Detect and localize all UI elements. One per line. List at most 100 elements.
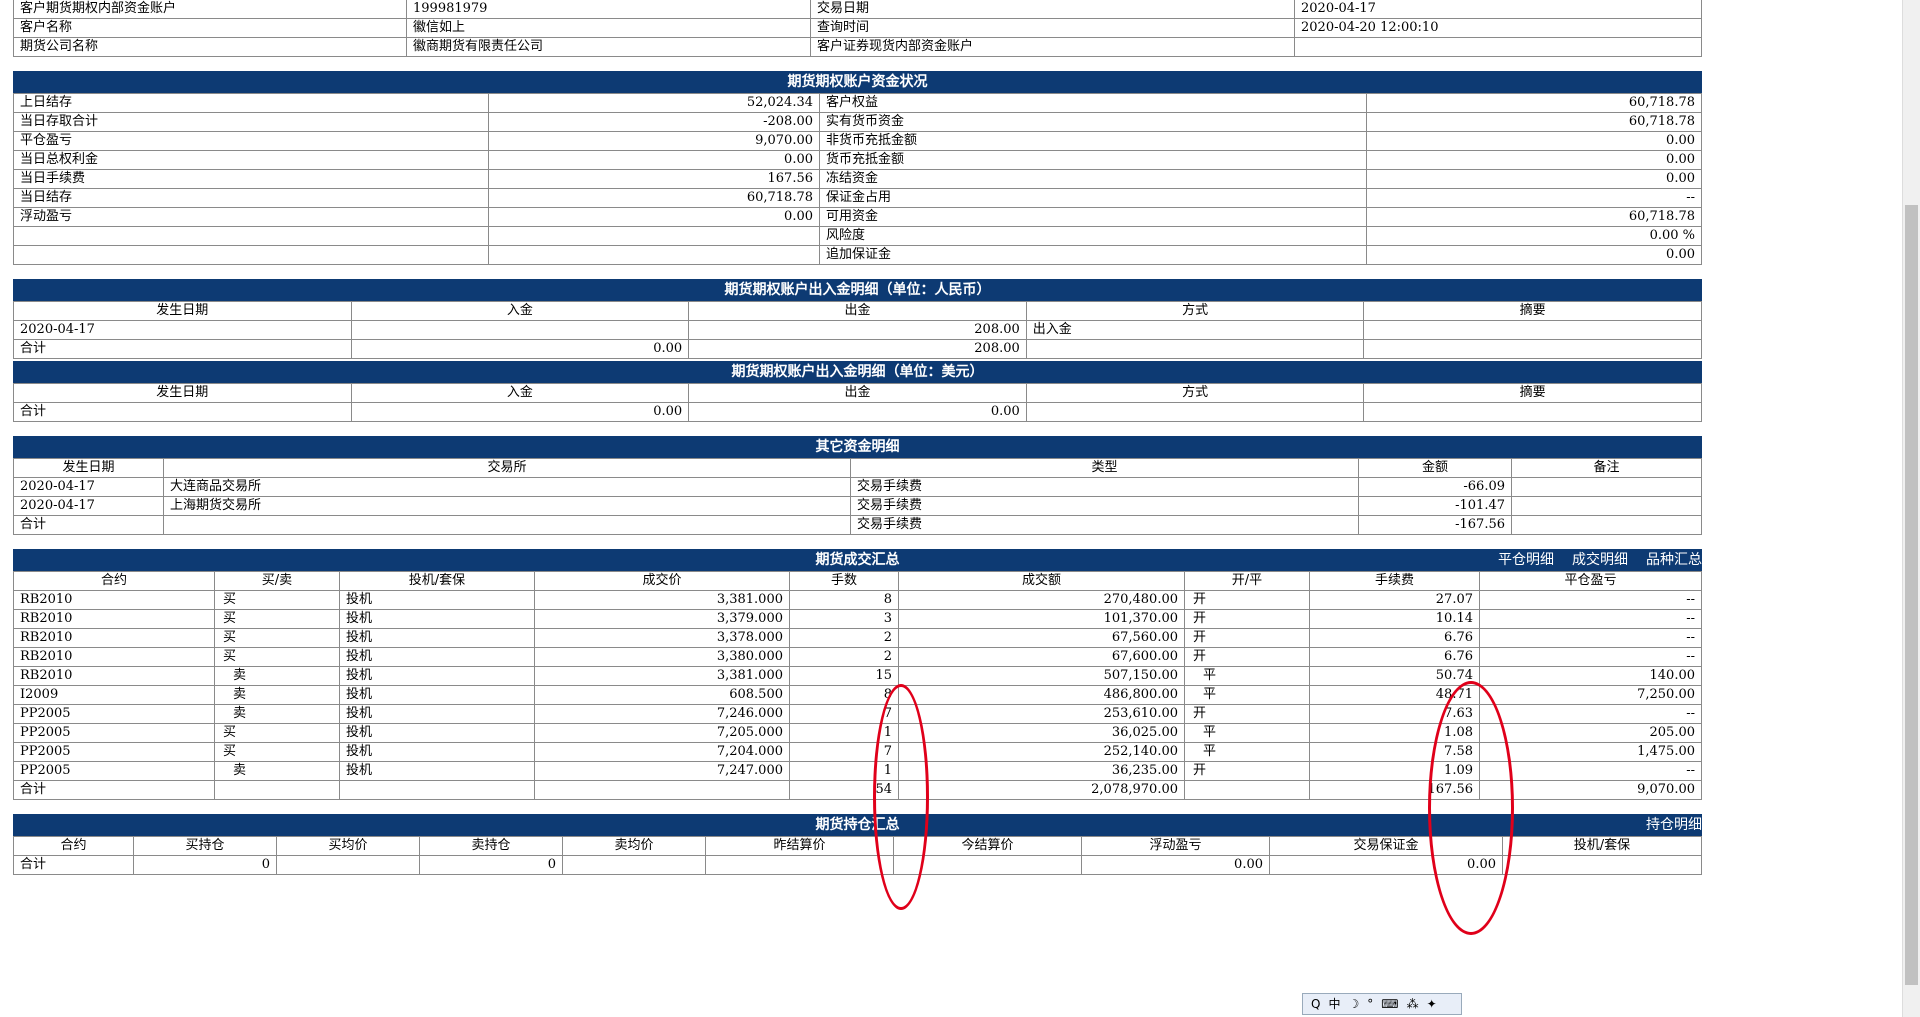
total-cell: 0 (419, 855, 563, 875)
trade-cell: 开 (1184, 704, 1310, 724)
note-cell (1363, 320, 1702, 340)
trade-cell: 买 (214, 628, 340, 648)
trade-cell: -- (1479, 609, 1702, 629)
trade-cell: 15 (789, 666, 899, 686)
ime-button[interactable]: ° (1367, 997, 1373, 1011)
column-header: 买持仓 (133, 836, 277, 856)
trade-cell: 10.14 (1309, 609, 1480, 629)
table-row: 2020-04-17 208.00 出入金 (13, 320, 1702, 340)
fund-row: 平仓盈亏 9,070.00 非货币充抵金额 0.00 (13, 131, 1702, 151)
fund-value: 9,070.00 (488, 131, 820, 151)
ime-button[interactable]: ⁂ (1407, 997, 1419, 1011)
trade-cell: 买 (214, 647, 340, 667)
section-link[interactable]: 品种汇总 (1646, 552, 1702, 568)
total-cell: 合计 (13, 780, 215, 800)
section-link[interactable]: 成交明细 (1572, 552, 1628, 568)
trade-cell: 3,378.000 (534, 628, 790, 648)
trade-cell: PP2005 (13, 742, 215, 762)
fund-label: 保证金占用 (819, 188, 1367, 208)
other-funds-section: 其它资金明细 发生日期 交易所 类型 金额 备注 2020-04-17 大连商品交易所 交易手… (13, 436, 1702, 535)
ime-button[interactable]: ✦ (1427, 997, 1437, 1011)
fund-label: 浮动盈亏 (13, 207, 489, 227)
column-header: 交易所 (163, 458, 851, 478)
date-cell: 2020-04-17 (13, 320, 352, 340)
column-header: 备注 (1511, 458, 1702, 478)
total-cell: 2,078,970.00 (898, 780, 1185, 800)
trade-row: RB2010 买投机 3,381.000 8 270,480.00 开 27.07 -- (13, 590, 1702, 610)
date-cell: 合计 (13, 515, 164, 535)
fund-value: -- (1366, 188, 1702, 208)
header-row: 合约 买/卖 投机/套保 成交价 手数 成交额 开/平 手续费 平仓盈亏 (13, 571, 1702, 591)
ime-button[interactable]: ⌨ (1381, 997, 1398, 1011)
column-header: 出金 (688, 383, 1027, 403)
trade-cell: 7,247.000 (534, 761, 790, 781)
trade-cell: 3,379.000 (534, 609, 790, 629)
trade-row: RB2010 买投机 3,379.000 3 101,370.00 开 10.14 -- (13, 609, 1702, 629)
column-header: 手数 (789, 571, 899, 591)
ime-button[interactable]: ☽ (1348, 997, 1359, 1011)
trade-cell: 平 (1184, 742, 1310, 762)
trade-cell: PP2005 (13, 704, 215, 724)
column-header: 买均价 (276, 836, 420, 856)
ime-button[interactable]: Q (1311, 997, 1320, 1011)
fund-label: 冻结资金 (819, 169, 1367, 189)
trade-cell: RB2010 (13, 590, 215, 610)
cash-usd-table: 发生日期 入金 出金 方式 摘要 合计 0.00 0.00 (13, 383, 1702, 422)
table-row: 合计 0.00 208.00 (13, 339, 1702, 359)
fund-row: 当日存取合计 -208.00 实有货币资金 60,718.78 (13, 112, 1702, 132)
fund-value: 60,718.78 (488, 188, 820, 208)
column-header: 发生日期 (13, 383, 352, 403)
trade-cell: 608.500 (534, 685, 790, 705)
trade-cell: 7,246.000 (534, 704, 790, 724)
section-link[interactable]: 平仓明细 (1498, 552, 1554, 568)
trade-cell: RB2010 (13, 609, 215, 629)
fund-row: 风险度 0.00 % (13, 226, 1702, 246)
amount-cell (350, 320, 690, 340)
trade-cell: 253,610.00 (898, 704, 1185, 724)
trade-cell: 36,025.00 (898, 723, 1185, 743)
info-label: 查询时间 (810, 18, 1295, 38)
trade-cell: 2 (789, 628, 899, 648)
trade-cell: -- (1479, 704, 1702, 724)
fund-value (488, 245, 820, 265)
fund-value (488, 226, 820, 246)
total-cell (562, 855, 706, 875)
type-cell: 交易手续费 (850, 477, 1359, 497)
trade-cell: 50.74 (1309, 666, 1480, 686)
column-header: 方式 (1025, 301, 1365, 321)
info-row: 客户名称 徽信如上 查询时间 2020-04-20 12:00:10 (13, 18, 1702, 38)
column-header: 浮动盈亏 (1081, 836, 1270, 856)
section-link[interactable]: 持仓明细 (1646, 817, 1702, 833)
trade-cell: 开 (1184, 628, 1310, 648)
fund-row: 当日手续费 167.56 冻结资金 0.00 (13, 169, 1702, 189)
trade-cell: 买 (214, 609, 340, 629)
trade-cell: 投机 (339, 761, 535, 781)
note-cell (1363, 402, 1702, 422)
scrollbar-thumb[interactable] (1905, 205, 1918, 985)
vertical-scrollbar[interactable] (1902, 0, 1920, 1017)
exchange-cell: 上海期货交易所 (163, 496, 851, 516)
column-header: 出金 (688, 301, 1027, 321)
amount-cell: -66.09 (1358, 477, 1512, 497)
fund-label: 客户权益 (819, 93, 1367, 113)
trade-cell: 平 (1184, 685, 1310, 705)
method-cell (1025, 402, 1365, 422)
exchange-cell (163, 515, 851, 535)
fund-label: 当日总权利金 (13, 150, 489, 170)
cash-rmb-section: 期货期权账户出入金明细（单位：人民币） 发生日期 入金 出金 方式 摘要 2020-04-… (13, 279, 1702, 422)
column-header: 摘要 (1363, 383, 1702, 403)
info-value: 徽商期货有限责任公司 (406, 37, 811, 57)
ime-toolbar[interactable]: Q 中 ☽ ° ⌨ ⁂ ✦ (1302, 993, 1462, 1015)
column-header: 发生日期 (13, 458, 164, 478)
ime-button[interactable]: 中 (1328, 997, 1340, 1011)
account-info-table: 客户期货期权内部资金账户 199981979 交易日期 2020-04-17 客户名称徽… (13, 0, 1702, 57)
total-cell (276, 855, 420, 875)
amount-cell: 0.00 (688, 402, 1027, 422)
column-header: 昨结算价 (705, 836, 894, 856)
trade-cell: 投机 (339, 685, 535, 705)
fund-label: 当日结存 (13, 188, 489, 208)
fund-label (13, 245, 489, 265)
cash-rmb-table: 发生日期 入金 出金 方式 摘要 2020-04-17 208.00 出入金 合计 0.00 208… (13, 301, 1702, 359)
type-cell: 交易手续费 (850, 515, 1359, 535)
fund-status-section: 期货期权账户资金状况 上日结存 52,024.34 客户权益 60,718.78 当日存… (13, 71, 1702, 265)
